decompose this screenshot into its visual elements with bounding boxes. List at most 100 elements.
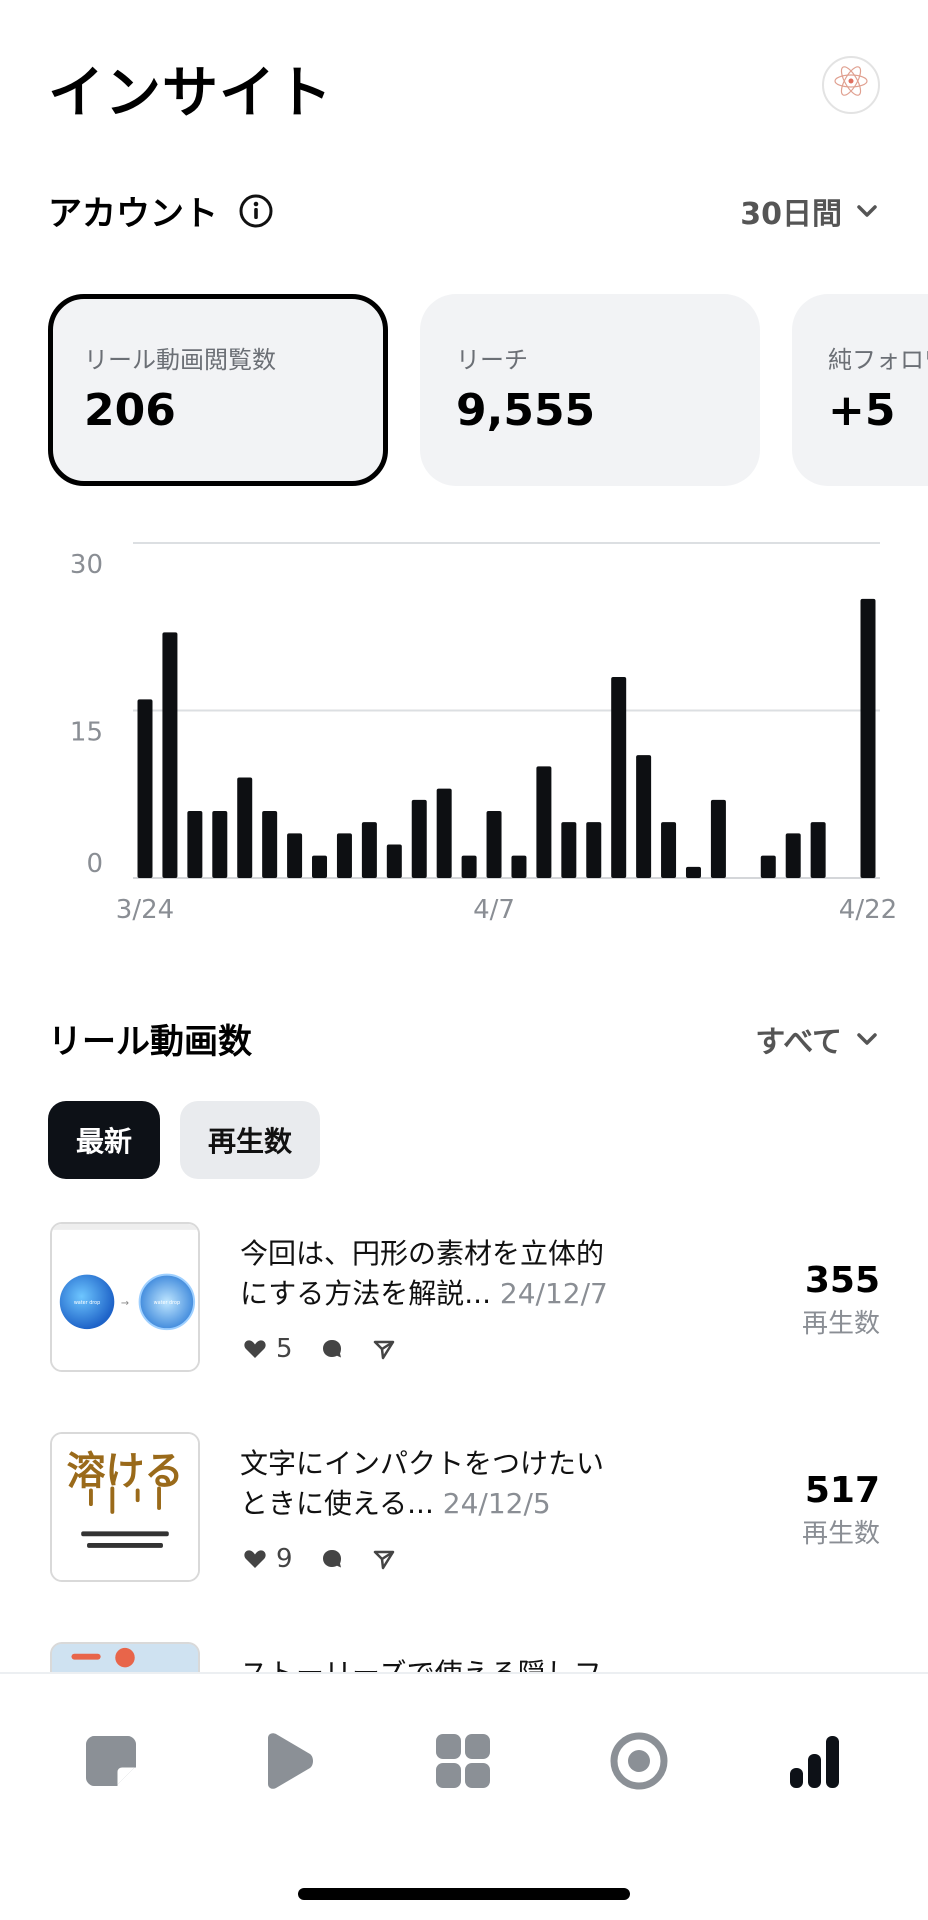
chip-latest[interactable]: 最新 (48, 1101, 161, 1179)
atom-logo-icon (834, 66, 868, 96)
chart-bar[interactable] (810, 822, 826, 878)
svg-text:→: → (121, 1298, 129, 1309)
tab-reels[interactable] (254, 1728, 320, 1794)
info-icon[interactable] (238, 193, 274, 229)
chip-plays[interactable]: 再生数 (180, 1101, 321, 1179)
reel-title-line1: 文字にインパクトをつけたい (240, 1447, 605, 1480)
reel-list: → water drop water drop 今回は、円形の素材を立体的 にす… (0, 1222, 928, 1672)
chart-bar[interactable] (187, 811, 203, 878)
reel-title-line2: ときに使える... (240, 1487, 434, 1520)
chart-bar[interactable] (411, 799, 427, 878)
reels-title: リール動画数 (48, 1022, 252, 1062)
reel-item[interactable]: ストーリーズで使える隠しフ (48, 1642, 880, 1672)
chart-bar[interactable] (436, 788, 452, 878)
chart-bar[interactable] (162, 632, 178, 878)
y-tick-label: 30 (70, 550, 103, 580)
chart-svg: 30 15 0 3/24 4/7 4/22 (70, 542, 897, 925)
reel-title-line1: ストーリーズで使える隠しフ (240, 1654, 670, 1672)
likes-count: 5 (276, 1334, 293, 1364)
heart-icon (244, 1340, 266, 1358)
card-net-followers[interactable]: 純フォロワー +5 (792, 294, 928, 486)
tab-insights[interactable] (782, 1728, 848, 1794)
filter-label: すべて (755, 1024, 842, 1060)
plays-count: 355 (804, 1260, 880, 1301)
metric-cards: リール動画閲覧数 206 リーチ 9,555 純フォロワー +5 (48, 294, 928, 486)
chart-bar[interactable] (611, 677, 627, 878)
chart-bar[interactable] (262, 811, 278, 878)
chart-bar[interactable] (336, 833, 352, 878)
thumb-text: water drop (74, 1300, 100, 1306)
views-bar-chart: 30 15 0 3/24 4/7 4/22 (0, 520, 928, 940)
card-reach[interactable]: リーチ 9,555 (420, 294, 760, 486)
period-label: 30日間 (740, 196, 842, 232)
tab-grid[interactable] (430, 1728, 496, 1794)
plays-label: 再生数 (801, 1519, 880, 1549)
card-label: リーチ (456, 346, 528, 374)
tab-posts[interactable] (78, 1728, 144, 1794)
card-label: リール動画閲覧数 (84, 346, 276, 374)
heart-icon (244, 1550, 266, 1568)
likes-count: 9 (276, 1544, 293, 1574)
y-tick-label: 0 (86, 849, 103, 879)
reel-date: 24/12/7 (499, 1277, 608, 1310)
chart-bar[interactable] (710, 799, 726, 878)
plays-count: 517 (804, 1470, 880, 1511)
chart-bar[interactable] (685, 866, 701, 878)
x-tick-label: 4/7 (473, 895, 515, 925)
reel-thumbnail: → water drop water drop (50, 1222, 200, 1372)
bottom-tab-bar (0, 1672, 928, 1920)
card-value: 206 (84, 385, 176, 436)
chart-bar[interactable] (760, 855, 776, 878)
chart-bar[interactable] (586, 822, 602, 878)
chart-bar[interactable] (785, 833, 801, 878)
chart-bar[interactable] (486, 811, 502, 878)
share-icon (373, 1550, 394, 1570)
insights-icon (790, 1736, 839, 1788)
chart-bar[interactable] (312, 855, 328, 878)
chart-bar[interactable] (860, 598, 876, 878)
stories-icon (610, 1732, 668, 1790)
chart-bar[interactable] (212, 811, 228, 878)
reels-section-header: リール動画数 すべて (48, 1014, 880, 1063)
thumb-text: water drop (154, 1300, 180, 1306)
card-value: 9,555 (456, 385, 596, 436)
x-tick-label: 4/22 (839, 895, 897, 925)
account-section-header: アカウント 30日間 (48, 186, 880, 235)
tab-stories[interactable] (606, 1728, 672, 1794)
posts-icon (86, 1736, 136, 1786)
card-label: 純フォロワー (828, 346, 928, 374)
avatar[interactable] (822, 56, 880, 114)
home-indicator (298, 1888, 630, 1900)
grid-icon (436, 1734, 490, 1788)
chevron-down-icon (857, 1032, 877, 1045)
chart-bar[interactable] (361, 822, 377, 878)
y-tick-label: 15 (70, 718, 103, 748)
period-dropdown[interactable]: 30日間 (740, 189, 880, 233)
chevron-down-icon (857, 204, 877, 217)
share-icon (373, 1340, 394, 1360)
chart-bar[interactable] (287, 833, 303, 878)
reel-thumbnail: 溶ける (50, 1432, 200, 1582)
reel-item[interactable]: 溶ける 文字にインパクトをつけたい ときに使える... 24/12/5 9 51… (48, 1432, 880, 1587)
chart-bar[interactable] (536, 766, 552, 878)
thumb-text: 溶ける (67, 1450, 184, 1495)
reel-title-line2: にする方法を解説... (240, 1277, 491, 1310)
reels-icon (268, 1733, 313, 1789)
chart-bar[interactable] (386, 844, 402, 879)
chart-bar[interactable] (237, 777, 253, 879)
account-title: アカウント (48, 194, 218, 234)
reel-date: 24/12/5 (442, 1487, 551, 1520)
card-value: +5 (828, 385, 896, 436)
sort-chips: 最新 再生数 (48, 1101, 321, 1179)
chart-bar[interactable] (561, 822, 577, 878)
card-reel-views[interactable]: リール動画閲覧数 206 (48, 294, 388, 486)
chart-bar[interactable] (511, 855, 527, 878)
chart-bar[interactable] (461, 855, 477, 878)
chart-bar[interactable] (661, 822, 677, 878)
comment-icon (322, 1340, 341, 1358)
chart-bar[interactable] (636, 755, 652, 878)
reel-title-line1: 今回は、円形の素材を立体的 (240, 1237, 605, 1270)
reel-item[interactable]: → water drop water drop 今回は、円形の素材を立体的 にす… (48, 1222, 880, 1377)
reels-filter-dropdown[interactable]: すべて (755, 1017, 880, 1061)
chart-bar[interactable] (137, 699, 153, 878)
